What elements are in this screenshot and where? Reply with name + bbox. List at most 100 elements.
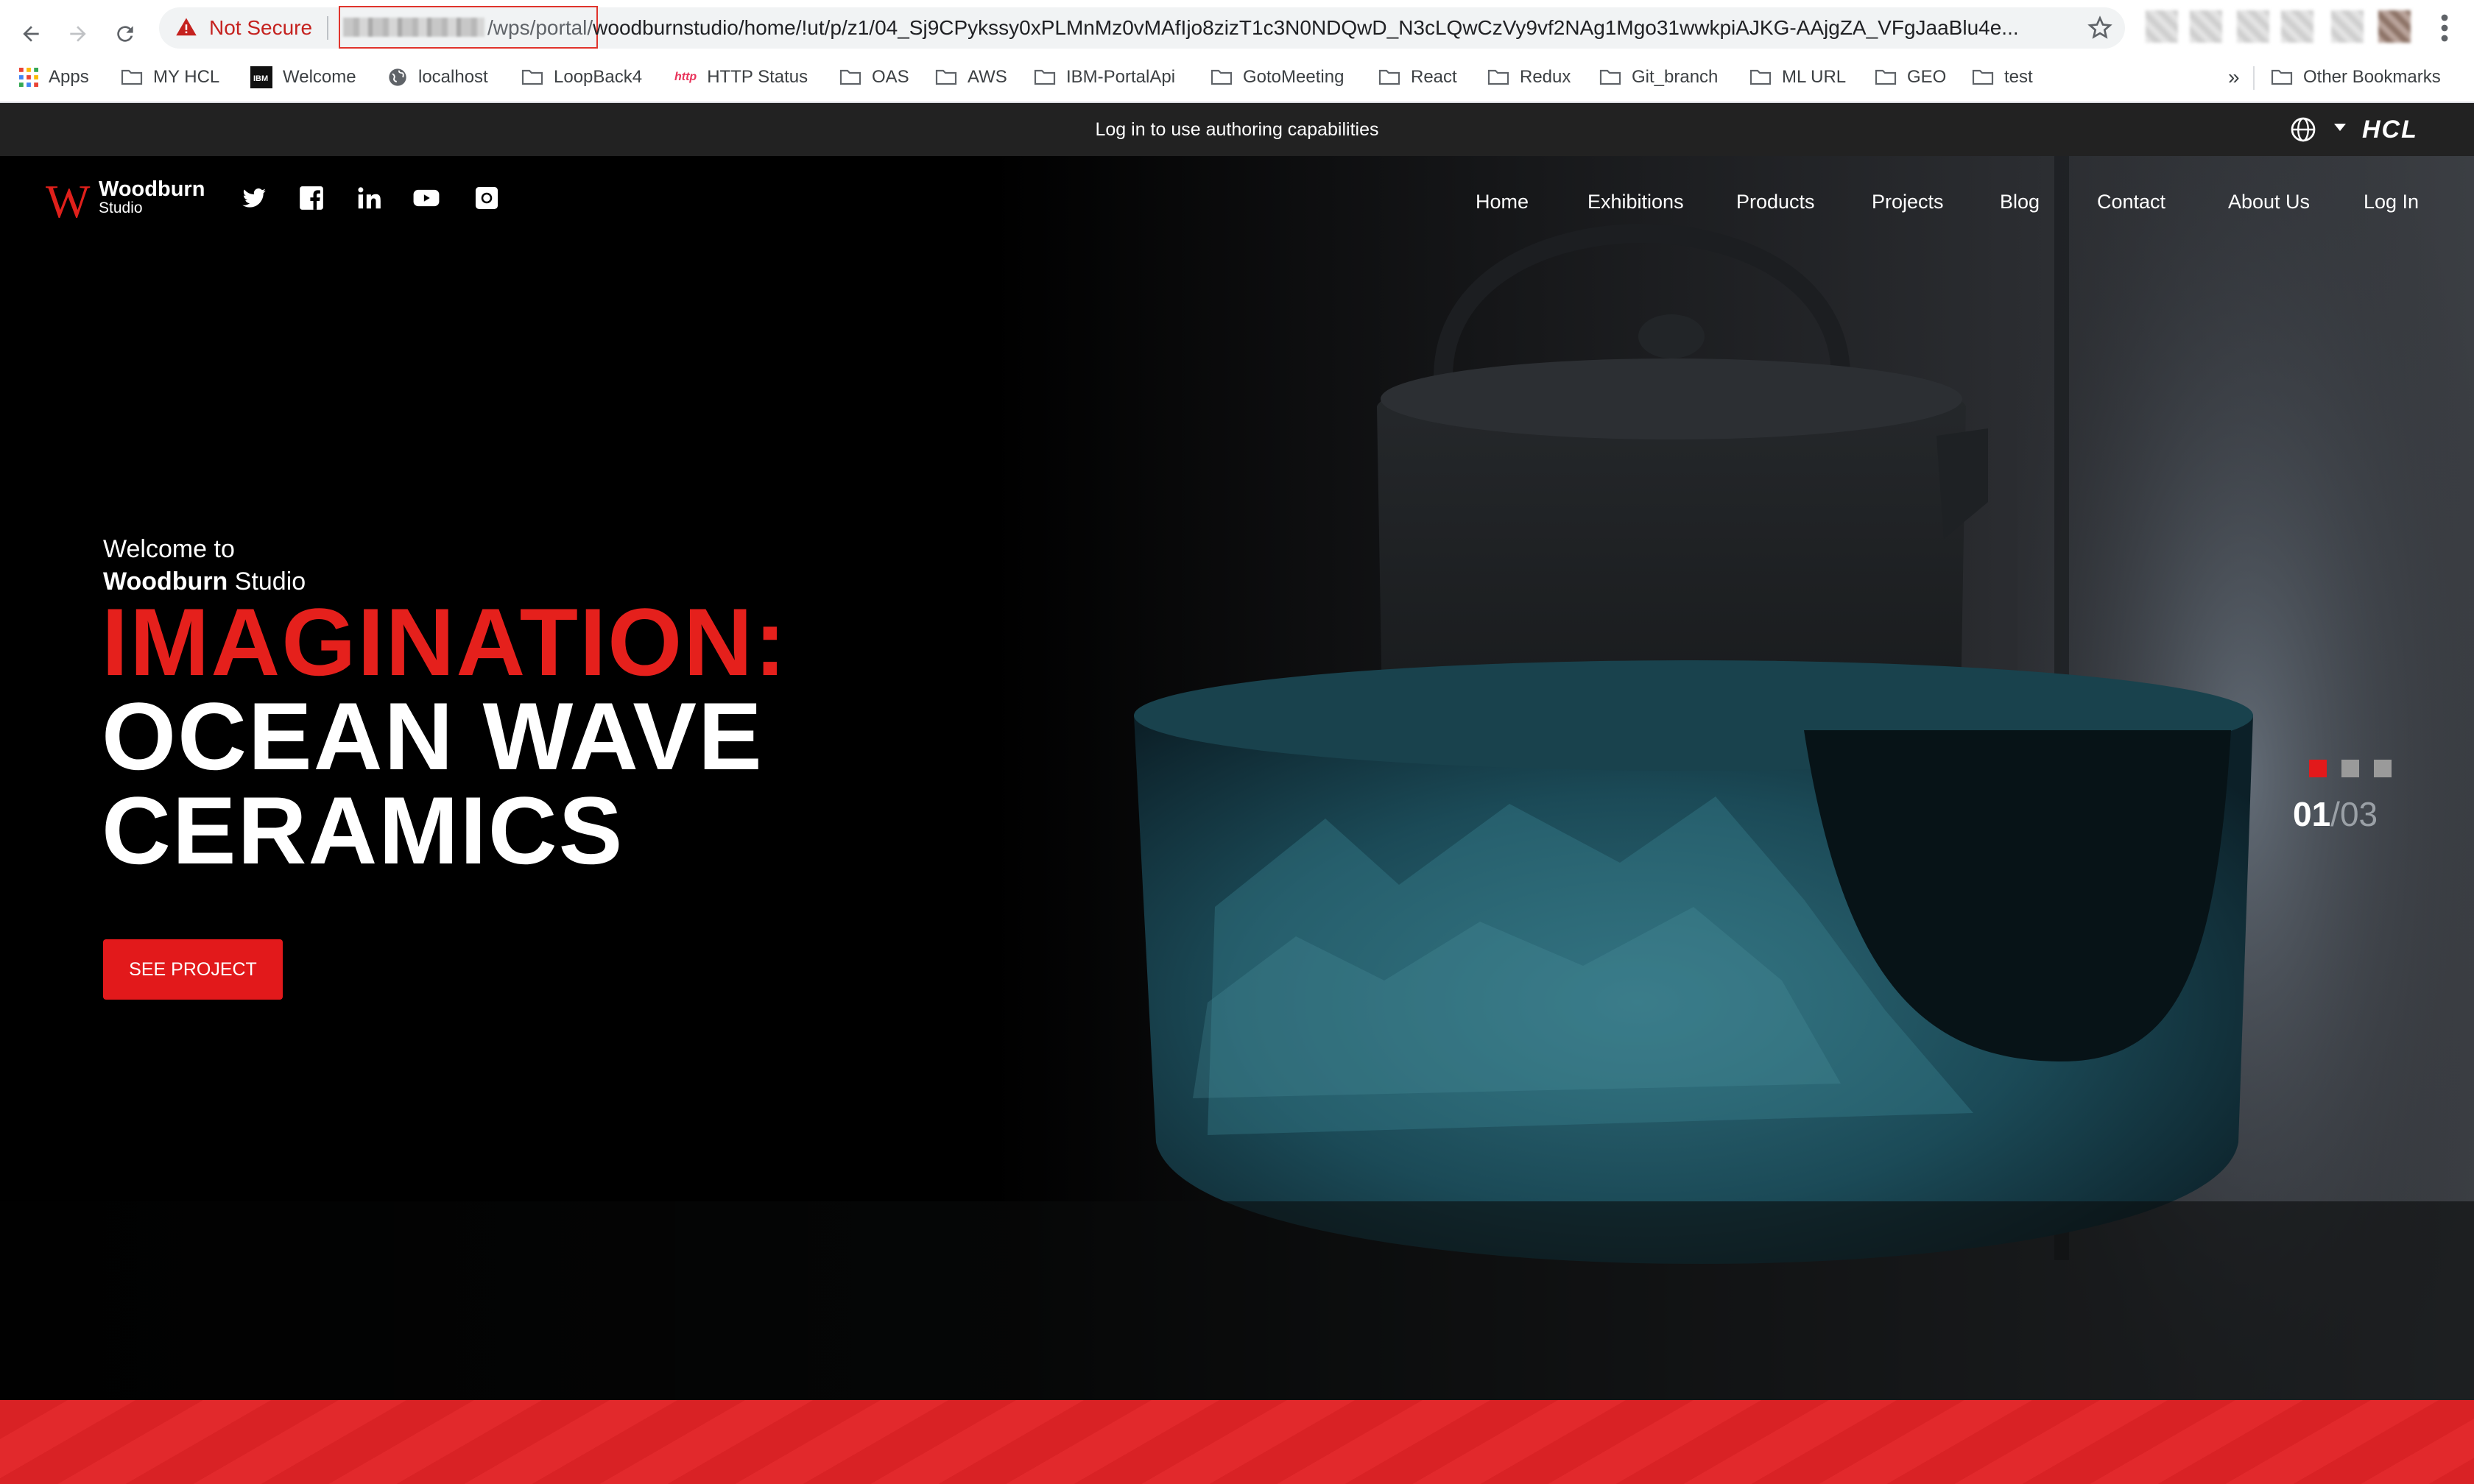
url-rest: woodburnstudio/home/!ut/p/z1/04_Sj9CPyks…: [593, 16, 2019, 39]
bookmark-label: AWS: [968, 67, 1007, 87]
bookmark-label: MY HCL: [153, 67, 220, 87]
globe-icon: [389, 68, 406, 86]
folder-icon: [521, 69, 543, 85]
authoring-message[interactable]: Log in to use authoring capabilities: [0, 103, 2474, 156]
security-status[interactable]: Not Secure: [209, 13, 312, 43]
bookmark-ml-url[interactable]: ML URL: [1749, 59, 1846, 96]
bookmark-loopback4[interactable]: LoopBack4: [521, 59, 642, 96]
other-bookmarks-label: Other Bookmarks: [2303, 67, 2441, 87]
slide-dot-2[interactable]: [2341, 760, 2359, 777]
bookmark-label: Git_branch: [1632, 67, 1719, 87]
address-separator: [327, 16, 328, 40]
slide-total: 03: [2339, 795, 2378, 833]
folder-icon: [1210, 69, 1233, 85]
bookmark-label: Welcome: [283, 67, 356, 87]
svg-text:IBM: IBM: [253, 74, 268, 83]
nav-projects[interactable]: Projects: [1872, 187, 1944, 216]
site-logo-text[interactable]: Woodburn Studio: [99, 178, 205, 216]
hero-headline: IMAGINATION: OCEAN WAVE CERAMICS: [102, 588, 788, 884]
reload-icon: [117, 26, 133, 42]
extension-icon[interactable]: [2331, 10, 2364, 43]
nav-home[interactable]: Home: [1476, 187, 1529, 216]
headline-line-2: OCEAN WAVE: [102, 682, 764, 790]
extension-icon[interactable]: [2190, 10, 2222, 43]
extension-icon[interactable]: [2237, 10, 2269, 43]
nav-blog[interactable]: Blog: [2000, 187, 2040, 216]
authoring-bar: Log in to use authoring capabilities HCL: [0, 103, 2474, 156]
bookmark-label: IBM-PortalApi: [1066, 67, 1176, 87]
other-bookmarks[interactable]: Other Bookmarks: [2271, 59, 2441, 96]
headline-accent: IMAGINATION:: [102, 588, 788, 696]
nav-log-in[interactable]: Log In: [2364, 187, 2419, 216]
ibm-icon: IBM: [250, 66, 272, 88]
url-path: /wps/portal/: [487, 16, 593, 39]
bookmark-label: Apps: [49, 67, 89, 87]
bookmark-http-status[interactable]: http HTTP Status: [674, 59, 808, 96]
bookmark-test[interactable]: test: [1972, 59, 2033, 96]
see-project-button[interactable]: SEE PROJECT: [103, 939, 283, 1000]
bookmark-aws[interactable]: AWS: [935, 59, 1007, 96]
bookmark-label: test: [2004, 67, 2033, 87]
folder-icon: [1972, 69, 1994, 85]
headline-line-3: CERAMICS: [102, 777, 624, 884]
twitter-icon[interactable]: [240, 184, 268, 212]
language-globe-icon[interactable]: [2290, 116, 2316, 143]
facebook-icon[interactable]: [297, 184, 325, 212]
linkedin-icon[interactable]: [355, 184, 383, 212]
bookmark-ibm-portalapi[interactable]: IBM-PortalApi: [1034, 59, 1175, 96]
bookmark-my-hcl[interactable]: MY HCL: [121, 59, 219, 96]
folder-icon: [935, 69, 957, 85]
http-icon: http: [674, 71, 697, 83]
bookmark-label: Redux: [1520, 67, 1571, 87]
nav-products[interactable]: Products: [1736, 187, 1815, 216]
reload-button[interactable]: [103, 12, 147, 56]
bookmark-redux[interactable]: Redux: [1487, 59, 1571, 96]
logo-sub: Studio: [99, 199, 143, 216]
bookmark-label: HTTP Status: [707, 67, 808, 87]
extension-icon[interactable]: [2146, 10, 2178, 43]
bookmarks-divider: [2253, 66, 2255, 90]
bookmark-label: LoopBack4: [554, 67, 643, 87]
folder-icon: [839, 69, 861, 85]
hero-section: W Woodburn Studio Home Exhibitions Produ…: [0, 156, 2474, 1400]
instagram-icon[interactable]: [473, 184, 501, 212]
bookmarks-overflow-button[interactable]: »: [2228, 59, 2240, 96]
more-vert-icon[interactable]: [2430, 12, 2459, 44]
bookmark-apps[interactable]: Apps: [19, 59, 89, 96]
folder-icon: [1599, 69, 1621, 85]
extension-icon[interactable]: [2281, 10, 2313, 43]
nav-about-us[interactable]: About Us: [2228, 187, 2310, 216]
browser-chrome: Not Secure /wps/portal/woodburnstudio/ho…: [0, 0, 2474, 103]
welcome-line: Welcome to: [103, 535, 235, 563]
site-header: W Woodburn Studio Home Exhibitions Produ…: [0, 156, 2474, 244]
back-button[interactable]: [9, 12, 53, 56]
bookmark-react[interactable]: React: [1378, 59, 1457, 96]
bookmark-label: React: [1411, 67, 1457, 87]
slide-dot-1[interactable]: [2309, 760, 2327, 777]
nav-contact[interactable]: Contact: [2097, 187, 2165, 216]
bookmark-welcome[interactable]: IBM Welcome: [250, 59, 356, 96]
nav-exhibitions[interactable]: Exhibitions: [1587, 187, 1684, 216]
logo-name: Woodburn: [99, 177, 205, 201]
chevron-down-icon[interactable]: [2334, 124, 2346, 131]
bookmark-git-branch[interactable]: Git_branch: [1599, 59, 1718, 96]
folder-icon: [121, 69, 143, 85]
profile-avatar[interactable]: [2378, 10, 2411, 43]
arrow-left-icon: [23, 26, 39, 42]
youtube-icon[interactable]: [412, 184, 440, 212]
slide-dot-3[interactable]: [2374, 760, 2392, 777]
arrow-right-icon: [70, 26, 86, 42]
bookmark-geo[interactable]: GEO: [1875, 59, 1946, 96]
bookmark-label: ML URL: [1782, 67, 1847, 87]
forward-button[interactable]: [56, 12, 100, 56]
url-text[interactable]: /wps/portal/woodburnstudio/home/!ut/p/z1…: [487, 13, 2063, 43]
bookmark-oas[interactable]: OAS: [839, 59, 909, 96]
folder-icon: [1378, 69, 1400, 85]
folder-icon: [1034, 69, 1056, 85]
slide-separator: /: [2330, 795, 2340, 833]
bookmark-star-icon[interactable]: [2087, 15, 2113, 41]
folder-icon: [1487, 69, 1509, 85]
site-logo-mark[interactable]: W: [46, 178, 90, 225]
bookmark-localhost[interactable]: localhost: [387, 59, 488, 96]
bookmark-gotomeeting[interactable]: GotoMeeting: [1210, 59, 1344, 96]
